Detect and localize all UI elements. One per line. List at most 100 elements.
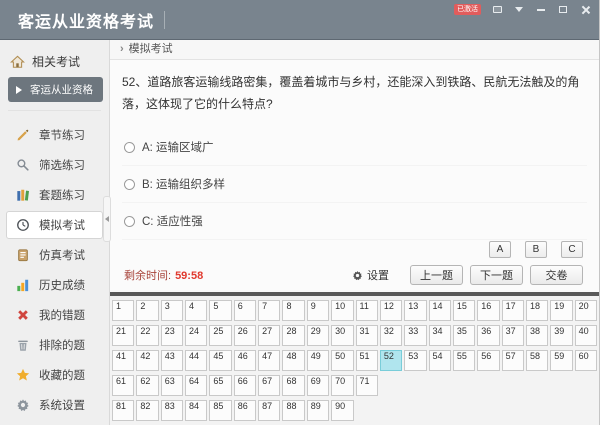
grid-cell-38[interactable]: 38 <box>525 325 549 346</box>
sidebar-item-set-practice[interactable]: 套题练习 <box>6 181 103 209</box>
sidebar-item-favorites[interactable]: 收藏的题 <box>6 361 103 389</box>
grid-cell-63[interactable]: 63 <box>160 375 184 396</box>
grid-cell-69[interactable]: 69 <box>306 375 330 396</box>
grid-cell-53[interactable]: 53 <box>404 350 427 371</box>
grid-cell-35[interactable]: 35 <box>452 325 476 346</box>
sidebar-item-chapter-practice[interactable]: 章节练习 <box>6 121 103 149</box>
grid-cell-44[interactable]: 44 <box>185 350 208 371</box>
minimize-icon[interactable] <box>535 4 547 15</box>
grid-cell-6[interactable]: 6 <box>233 300 257 321</box>
sidebar-item-my-mistakes[interactable]: 我的错题 <box>6 301 103 329</box>
option-c-radio[interactable] <box>124 215 135 227</box>
grid-cell-54[interactable]: 54 <box>428 350 451 371</box>
grid-cell-1[interactable]: 1 <box>112 300 135 321</box>
option-b[interactable]: B: 运输组织多样 <box>122 166 587 204</box>
grid-cell-30[interactable]: 30 <box>331 325 354 346</box>
option-a[interactable]: A: 运输区域广 <box>122 129 587 167</box>
grid-cell-23[interactable]: 23 <box>160 325 184 346</box>
grid-cell-40[interactable]: 40 <box>574 325 597 346</box>
option-c[interactable]: C: 适应性强 <box>122 203 587 241</box>
answer-key-a-button[interactable]: A <box>489 241 511 258</box>
grid-cell-19[interactable]: 19 <box>550 300 573 321</box>
sidebar-item-settings[interactable]: 系统设置 <box>6 391 103 419</box>
grid-cell-82[interactable]: 82 <box>136 400 159 421</box>
dropdown-icon[interactable] <box>513 4 525 15</box>
grid-cell-7[interactable]: 7 <box>258 300 281 321</box>
grid-cell-42[interactable]: 42 <box>136 350 159 371</box>
grid-cell-11[interactable]: 11 <box>355 300 378 321</box>
grid-cell-12[interactable]: 12 <box>379 300 403 321</box>
grid-cell-67[interactable]: 67 <box>258 375 281 396</box>
next-question-button[interactable]: 下一题 <box>470 265 523 285</box>
prev-question-button[interactable]: 上一题 <box>410 265 463 285</box>
grid-cell-4[interactable]: 4 <box>185 300 208 321</box>
grid-cell-88[interactable]: 88 <box>282 400 305 421</box>
grid-cell-52[interactable]: 52 <box>379 350 403 371</box>
grid-cell-45[interactable]: 45 <box>209 350 232 371</box>
grid-cell-36[interactable]: 36 <box>477 325 500 346</box>
grid-cell-21[interactable]: 21 <box>112 325 135 346</box>
grid-cell-56[interactable]: 56 <box>477 350 500 371</box>
grid-cell-85[interactable]: 85 <box>209 400 232 421</box>
close-icon[interactable] <box>579 4 591 15</box>
grid-cell-55[interactable]: 55 <box>452 350 476 371</box>
answer-key-c-button[interactable]: C <box>561 241 583 258</box>
grid-cell-71[interactable]: 71 <box>355 375 378 396</box>
grid-cell-28[interactable]: 28 <box>282 325 305 346</box>
sidebar-item-simulation-exam[interactable]: 仿真考试 <box>6 241 103 269</box>
grid-cell-84[interactable]: 84 <box>185 400 208 421</box>
grid-cell-50[interactable]: 50 <box>331 350 354 371</box>
grid-cell-66[interactable]: 66 <box>233 375 257 396</box>
grid-cell-13[interactable]: 13 <box>404 300 427 321</box>
grid-cell-49[interactable]: 49 <box>306 350 330 371</box>
grid-cell-68[interactable]: 68 <box>282 375 305 396</box>
grid-cell-33[interactable]: 33 <box>404 325 427 346</box>
grid-cell-48[interactable]: 48 <box>282 350 305 371</box>
grid-cell-89[interactable]: 89 <box>306 400 330 421</box>
grid-cell-58[interactable]: 58 <box>525 350 549 371</box>
grid-cell-31[interactable]: 31 <box>355 325 378 346</box>
grid-cell-5[interactable]: 5 <box>209 300 232 321</box>
grid-cell-22[interactable]: 22 <box>136 325 159 346</box>
grid-cell-9[interactable]: 9 <box>306 300 330 321</box>
submit-exam-button[interactable]: 交卷 <box>530 265 583 285</box>
sidebar-collapse-handle[interactable] <box>103 196 111 242</box>
grid-cell-8[interactable]: 8 <box>282 300 305 321</box>
grid-cell-70[interactable]: 70 <box>331 375 354 396</box>
message-icon[interactable] <box>491 4 503 15</box>
grid-cell-65[interactable]: 65 <box>209 375 232 396</box>
grid-cell-24[interactable]: 24 <box>185 325 208 346</box>
grid-cell-29[interactable]: 29 <box>306 325 330 346</box>
grid-cell-26[interactable]: 26 <box>233 325 257 346</box>
grid-cell-46[interactable]: 46 <box>233 350 257 371</box>
grid-cell-51[interactable]: 51 <box>355 350 378 371</box>
grid-cell-3[interactable]: 3 <box>160 300 184 321</box>
grid-cell-15[interactable]: 15 <box>452 300 476 321</box>
option-a-radio[interactable] <box>124 141 135 153</box>
grid-cell-10[interactable]: 10 <box>331 300 354 321</box>
grid-cell-83[interactable]: 83 <box>160 400 184 421</box>
grid-cell-20[interactable]: 20 <box>574 300 597 321</box>
settings-button[interactable]: 设置 <box>352 267 389 283</box>
sidebar-item-mock-exam[interactable]: 模拟考试 <box>6 211 103 239</box>
grid-cell-86[interactable]: 86 <box>233 400 257 421</box>
sidebar-item-exam-category[interactable]: 客运从业资格 <box>8 77 103 102</box>
answer-key-b-button[interactable]: B <box>525 241 547 258</box>
grid-cell-41[interactable]: 41 <box>112 350 135 371</box>
grid-cell-61[interactable]: 61 <box>112 375 135 396</box>
option-b-radio[interactable] <box>124 178 135 190</box>
grid-cell-17[interactable]: 17 <box>501 300 524 321</box>
grid-cell-18[interactable]: 18 <box>525 300 549 321</box>
sidebar-item-filter-practice[interactable]: 筛选练习 <box>6 151 103 179</box>
grid-cell-27[interactable]: 27 <box>258 325 281 346</box>
grid-cell-81[interactable]: 81 <box>112 400 135 421</box>
grid-cell-59[interactable]: 59 <box>550 350 573 371</box>
grid-cell-47[interactable]: 47 <box>258 350 281 371</box>
sidebar-item-excluded-questions[interactable]: 排除的题 <box>6 331 103 359</box>
grid-cell-57[interactable]: 57 <box>501 350 524 371</box>
grid-cell-14[interactable]: 14 <box>428 300 451 321</box>
grid-cell-90[interactable]: 90 <box>331 400 354 421</box>
grid-cell-64[interactable]: 64 <box>185 375 208 396</box>
grid-cell-32[interactable]: 32 <box>379 325 403 346</box>
grid-cell-25[interactable]: 25 <box>209 325 232 346</box>
